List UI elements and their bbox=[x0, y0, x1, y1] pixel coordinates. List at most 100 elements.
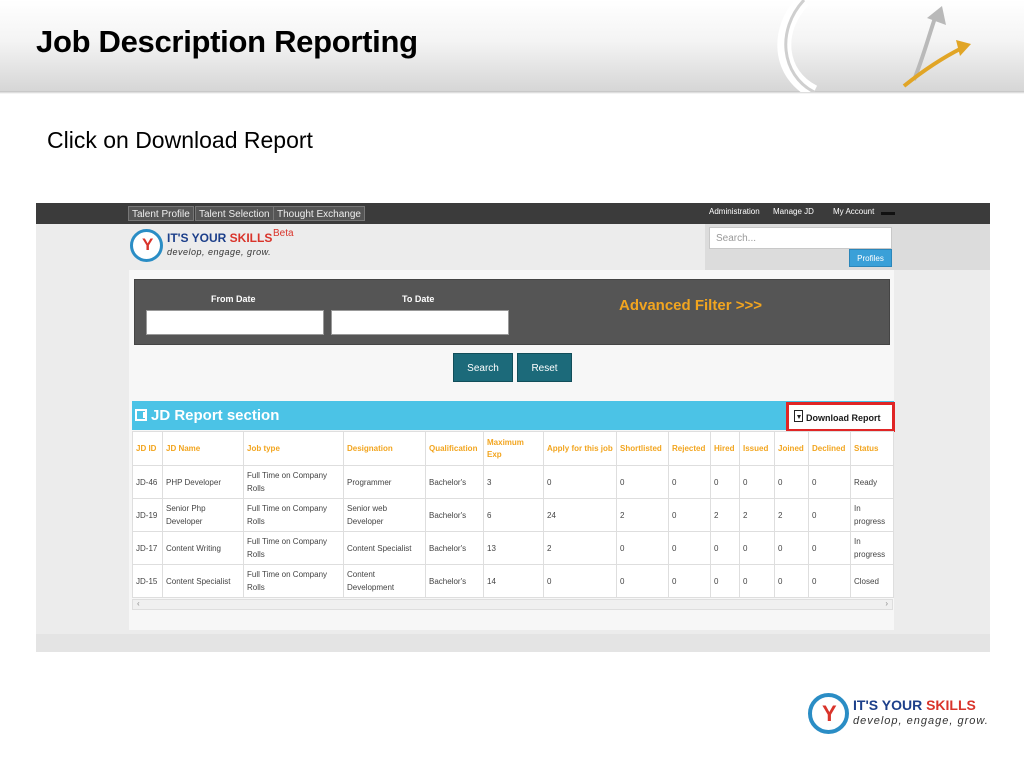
table-cell: Senior Php Developer bbox=[162, 498, 244, 532]
instruction-text: Click on Download Report bbox=[47, 127, 313, 153]
column-header: Maximum Exp bbox=[483, 431, 544, 466]
column-header: Job type bbox=[243, 431, 344, 466]
slide: Job Description Reporting Click on Downl… bbox=[0, 0, 1024, 768]
table-cell: In progress bbox=[850, 498, 894, 532]
search-button[interactable]: Search bbox=[453, 353, 513, 382]
table-cell: Programmer bbox=[343, 465, 426, 499]
table-cell: 0 bbox=[616, 564, 669, 598]
table-cell: 2 bbox=[739, 498, 775, 532]
table-cell: Ready bbox=[850, 465, 894, 499]
scroll-right-icon[interactable]: › bbox=[885, 599, 888, 608]
table-header-row: JD ID JD Name Job type Designation Quali… bbox=[132, 431, 894, 466]
top-nav-bar: Talent Profile Talent Selection Thought … bbox=[36, 203, 990, 224]
beta-badge: Beta bbox=[273, 228, 294, 239]
table-cell: Content Development bbox=[343, 564, 426, 598]
table-cell: JD-17 bbox=[132, 531, 163, 565]
column-header: Status bbox=[850, 431, 894, 466]
table-cell: Full Time on Company Rolls bbox=[243, 531, 344, 565]
download-report-button[interactable]: Download Report bbox=[786, 402, 895, 432]
table-cell: JD-15 bbox=[132, 564, 163, 598]
table-row: JD-17 Content Writing Full Time on Company… bbox=[132, 531, 894, 565]
table-cell: PHP Developer bbox=[162, 465, 244, 499]
table-cell: 0 bbox=[710, 564, 740, 598]
table-cell: 0 bbox=[543, 564, 617, 598]
table-cell: Full Time on Company Rolls bbox=[243, 465, 344, 499]
tab-talent-selection[interactable]: Talent Selection bbox=[195, 206, 274, 221]
table-cell: Content Specialist bbox=[162, 564, 244, 598]
brand-logo-icon: Y bbox=[808, 693, 849, 734]
swoosh-arrow-icon bbox=[777, 0, 971, 92]
to-date-input[interactable] bbox=[331, 310, 509, 335]
table-cell: 0 bbox=[710, 465, 740, 499]
table-cell: 2 bbox=[616, 498, 669, 532]
download-report-label: Download Report bbox=[806, 413, 881, 423]
table-cell: 14 bbox=[483, 564, 544, 598]
table-cell: 6 bbox=[483, 498, 544, 532]
tab-talent-profile[interactable]: Talent Profile bbox=[128, 206, 194, 221]
table-cell: 0 bbox=[710, 531, 740, 565]
table-cell: 0 bbox=[774, 564, 809, 598]
to-date-label: To Date bbox=[402, 294, 435, 304]
table-cell: 0 bbox=[668, 531, 711, 565]
table-cell: Full Time on Company Rolls bbox=[243, 564, 344, 598]
table-cell: JD-19 bbox=[132, 498, 163, 532]
from-date-label: From Date bbox=[211, 294, 256, 304]
table-cell: In progress bbox=[850, 531, 894, 565]
table-row: JD-46 PHP Developer Full Time on Company R… bbox=[132, 465, 894, 499]
table-cell: Bachelor's bbox=[425, 465, 484, 499]
brand-logo-text: IT'S YOUR SKILLS bbox=[853, 697, 976, 713]
scroll-left-icon[interactable]: ‹ bbox=[137, 599, 140, 608]
column-header: Apply for this job bbox=[543, 431, 617, 466]
table-cell: 0 bbox=[739, 531, 775, 565]
table-cell: 0 bbox=[668, 498, 711, 532]
table-cell: 3 bbox=[483, 465, 544, 499]
my-account-link[interactable]: My Account bbox=[833, 207, 874, 216]
table-cell: 0 bbox=[543, 465, 617, 499]
table-cell: Content Writing bbox=[162, 531, 244, 565]
column-header: Hired bbox=[710, 431, 740, 466]
table-cell: 0 bbox=[616, 465, 669, 499]
search-input[interactable]: Search... bbox=[709, 227, 892, 249]
table-cell: Bachelor's bbox=[425, 531, 484, 565]
slide-title: Job Description Reporting bbox=[36, 24, 418, 59]
column-header: Qualification bbox=[425, 431, 484, 466]
table-cell: Closed bbox=[850, 564, 894, 598]
column-header: Issued bbox=[739, 431, 775, 466]
advanced-filter-link[interactable]: Advanced Filter >>> bbox=[619, 297, 762, 314]
table-cell: 0 bbox=[739, 564, 775, 598]
table-cell: Content Specialist bbox=[343, 531, 426, 565]
table-cell: 0 bbox=[774, 465, 809, 499]
jd-report-table: JD ID JD Name Job type Designation Quali… bbox=[132, 431, 894, 598]
column-header: Joined bbox=[774, 431, 809, 466]
app-logo-text: IT'S YOUR SKILLS bbox=[167, 231, 273, 245]
table-cell: 2 bbox=[543, 531, 617, 565]
tab-thought-exchange[interactable]: Thought Exchange bbox=[273, 206, 365, 221]
report-section-icon bbox=[135, 409, 147, 421]
table-cell: 0 bbox=[616, 531, 669, 565]
table-cell: Bachelor's bbox=[425, 498, 484, 532]
table-row: JD-19 Senior Php Developer Full Time on Co… bbox=[132, 498, 894, 532]
table-cell: 0 bbox=[668, 465, 711, 499]
administration-link[interactable]: Administration bbox=[709, 207, 760, 216]
report-section-title: JD Report section bbox=[151, 407, 280, 424]
column-header: Rejected bbox=[668, 431, 711, 466]
from-date-input[interactable] bbox=[146, 310, 324, 335]
table-cell: 0 bbox=[808, 531, 851, 565]
table-cell: 24 bbox=[543, 498, 617, 532]
table-cell: 0 bbox=[774, 531, 809, 565]
table-cell: 0 bbox=[808, 498, 851, 532]
table-cell: Senior web Developer bbox=[343, 498, 426, 532]
brand-logo-tagline: develop, engage, grow. bbox=[853, 715, 989, 727]
table-cell: 0 bbox=[739, 465, 775, 499]
reset-button[interactable]: Reset bbox=[517, 353, 572, 382]
manage-jd-link[interactable]: Manage JD bbox=[773, 207, 814, 216]
table-cell: 0 bbox=[668, 564, 711, 598]
profiles-button[interactable]: Profiles bbox=[849, 249, 892, 267]
account-menu-indicator[interactable] bbox=[881, 212, 895, 215]
table-horizontal-scrollbar[interactable]: ‹ › bbox=[132, 599, 893, 610]
table-row: JD-15 Content Specialist Full Time on Comp… bbox=[132, 564, 894, 598]
table-cell: 2 bbox=[710, 498, 740, 532]
column-header: Shortlisted bbox=[616, 431, 669, 466]
table-cell: Full Time on Company Rolls bbox=[243, 498, 344, 532]
app-logo-tagline: develop, engage, grow. bbox=[167, 247, 272, 257]
